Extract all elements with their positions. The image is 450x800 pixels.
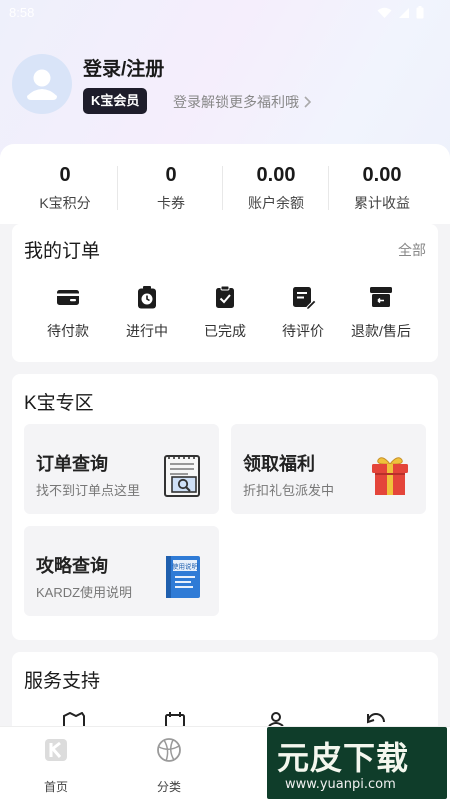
chevron-right-icon <box>304 96 312 108</box>
user-avatar-icon <box>27 69 57 100</box>
stat-value: 0.00 <box>256 164 296 186</box>
stopwatch-icon <box>138 286 156 309</box>
login-register-link[interactable]: 登录/注册 <box>83 54 164 81</box>
watermark-title: 元皮下载 <box>277 740 410 776</box>
order-label: 待评价 <box>282 323 324 339</box>
vip-badge-label: K宝会员 <box>91 93 140 108</box>
order-refund[interactable]: 退款/售后 <box>342 284 420 341</box>
stat-label: 累计收益 <box>354 195 410 211</box>
order-search-icon <box>164 455 200 497</box>
home-k-icon <box>45 739 67 761</box>
service-title: 服务支持 <box>24 671 101 692</box>
stat-label: 卡券 <box>157 195 185 211</box>
stat-earnings[interactable]: 0.00 累计收益 <box>326 164 438 213</box>
orders-card: 我的订单 全部 待付款 进行中 已完成 待评价 退款/售后 <box>12 224 438 362</box>
battery-icon <box>416 6 424 19</box>
service-user-icon[interactable] <box>266 712 286 726</box>
manual-book-label: 使用说明 <box>172 562 199 571</box>
orders-all-link[interactable]: 全部 <box>398 240 426 260</box>
tile-title: 订单查询 <box>36 454 108 474</box>
manual-book-icon: 使用说明 <box>166 556 200 598</box>
tab-home[interactable]: 首页 <box>21 737 91 795</box>
tile-title: 领取福利 <box>243 454 315 474</box>
stat-balance[interactable]: 0.00 账户余额 <box>220 164 332 213</box>
service-handshake-icon[interactable] <box>62 712 86 726</box>
tile-guide-search[interactable]: 攻略查询 KARDZ使用说明 使用说明 <box>24 526 219 616</box>
tile-subtitle: 折扣礼包派发中 <box>243 483 335 498</box>
stat-coupons[interactable]: 0 卡券 <box>115 164 227 213</box>
gift-icon <box>372 457 408 495</box>
stat-label: K宝积分 <box>39 195 91 211</box>
wifi-icon <box>377 7 392 18</box>
orders-title: 我的订单 <box>24 241 101 262</box>
refund-box-icon <box>370 287 392 307</box>
status-icons <box>377 6 424 19</box>
tile-subtitle: KARDZ使用说明 <box>36 585 133 600</box>
order-pending-payment[interactable]: 待付款 <box>29 284 107 341</box>
vip-tip-text: 登录解锁更多福利哦 <box>173 94 299 110</box>
order-completed[interactable]: 已完成 <box>186 284 264 341</box>
order-in-progress[interactable]: 进行中 <box>108 284 186 341</box>
wallet-icon <box>57 290 79 305</box>
k-zone-card: K宝专区 订单查询 找不到订单点这里 领取福利 折扣礼包派发中 攻略查询 KAR <box>12 374 438 640</box>
order-label: 退款/售后 <box>351 323 411 339</box>
stat-value: 0 <box>59 164 71 186</box>
order-to-review[interactable]: 待评价 <box>264 284 342 341</box>
clipboard-check-icon <box>216 285 234 308</box>
signal-icon <box>399 7 409 18</box>
service-refresh-icon[interactable] <box>364 710 388 726</box>
tile-title: 攻略查询 <box>36 556 108 576</box>
review-edit-icon <box>293 287 317 311</box>
status-time: 8:58 <box>9 5 35 20</box>
order-label: 进行中 <box>126 323 168 339</box>
watermark-overlay: 元皮下载 www.yuanpi.com <box>267 727 447 799</box>
watermark-url: www.yuanpi.com <box>285 777 396 792</box>
status-bar: 8:58 <box>0 0 450 26</box>
zone-title: K宝专区 <box>24 393 94 414</box>
order-label: 待付款 <box>47 323 89 339</box>
stat-value: 0 <box>165 164 177 186</box>
service-calendar-icon[interactable] <box>164 712 186 726</box>
category-globe-icon <box>157 738 181 762</box>
tile-subtitle: 找不到订单点这里 <box>36 483 141 498</box>
order-label: 已完成 <box>204 323 246 339</box>
tab-label: 首页 <box>43 780 68 794</box>
stat-label: 账户余额 <box>248 195 304 211</box>
stats-card: 0 K宝积分 0 卡券 0.00 账户余额 0.00 累计收益 <box>0 144 450 224</box>
tile-order-search[interactable]: 订单查询 找不到订单点这里 <box>24 424 219 514</box>
vip-badge[interactable]: K宝会员 <box>83 88 148 114</box>
avatar[interactable] <box>12 54 72 114</box>
vip-tip[interactable]: 登录解锁更多福利哦 <box>173 92 313 112</box>
tile-claim-benefits[interactable]: 领取福利 折扣礼包派发中 <box>231 424 426 514</box>
stat-value: 0.00 <box>362 164 402 186</box>
tab-label: 分类 <box>156 780 181 794</box>
profile-section[interactable]: 登录/注册 K宝会员 登录解锁更多福利哦 <box>12 54 438 116</box>
stat-points[interactable]: 0 K宝积分 <box>9 164 121 213</box>
tab-category[interactable]: 分类 <box>134 737 204 795</box>
